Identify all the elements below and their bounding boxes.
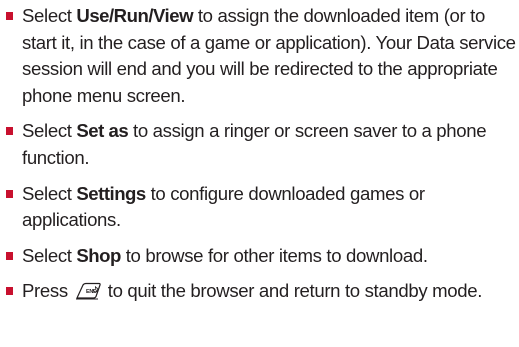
bullet-square-icon: [6, 12, 13, 20]
item-description: to browse for other items to download.: [120, 244, 428, 266]
manual-page: Select Use/Run/View to assign the downlo…: [0, 0, 519, 347]
item-bold-term: Shop: [76, 244, 121, 266]
bullet-square-icon: [6, 251, 13, 260]
end-key-icon: END: [75, 283, 101, 300]
item-description: to quit the browser and return to standb…: [107, 280, 483, 302]
item-prefix: Select: [22, 120, 77, 142]
list-item-press-end: Press END to quit the browser and return…: [6, 278, 518, 305]
item-prefix: Press: [22, 280, 68, 302]
item-bold-term: Settings: [76, 182, 146, 204]
item-prefix: Select: [22, 5, 77, 26]
bullet-square-icon: [6, 189, 13, 198]
bullet-square-icon: [6, 287, 13, 296]
bullet-list: Select Use/Run/View to assign the downlo…: [6, 3, 518, 314]
list-item-shop: Select Shop to browse for other items to…: [6, 243, 518, 270]
list-item-settings: Select Settings to configure downloaded …: [6, 181, 518, 234]
item-prefix: Select: [22, 244, 77, 266]
list-item-set-as: Select Set as to assign a ringer or scre…: [6, 118, 518, 171]
bullet-square-icon: [6, 127, 13, 136]
list-item-use-run-view: Select Use/Run/View to assign the downlo…: [6, 3, 518, 109]
item-bold-term: Use/Run/View: [76, 5, 194, 26]
item-prefix: Select: [22, 182, 77, 204]
item-bold-term: Set as: [76, 120, 129, 142]
